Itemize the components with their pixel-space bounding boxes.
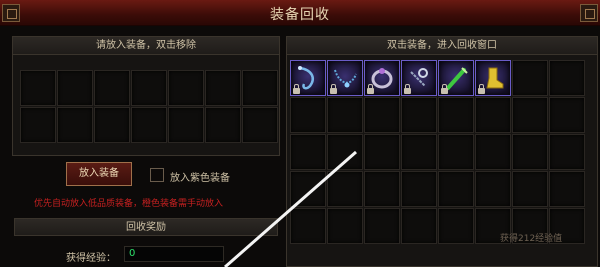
input-slot[interactable] [131, 70, 167, 106]
bag-slot[interactable] [549, 134, 585, 170]
input-slot[interactable] [20, 70, 56, 106]
bag-slot[interactable] [438, 134, 474, 170]
bag-slot[interactable] [327, 134, 363, 170]
bag-slot[interactable] [438, 208, 474, 244]
bag-slot[interactable] [290, 134, 326, 170]
lock-icon [478, 84, 485, 94]
input-slot[interactable] [168, 107, 204, 143]
staff-item[interactable] [438, 60, 474, 96]
put-equipment-button[interactable]: 放入装备 [66, 162, 132, 186]
purple-equipment-label: 放入紫色装备 [170, 173, 230, 184]
close-icon[interactable] [580, 4, 598, 22]
lock-icon [404, 84, 411, 94]
bag-slot[interactable] [290, 208, 326, 244]
input-slot-grid [20, 70, 278, 143]
input-slot[interactable] [168, 70, 204, 106]
input-slot[interactable] [131, 107, 167, 143]
bag-slot[interactable] [401, 208, 437, 244]
lock-icon [330, 84, 337, 94]
input-slot[interactable] [242, 70, 278, 106]
window-title: 装备回收 [270, 7, 330, 23]
purple-equipment-checkbox[interactable] [150, 168, 164, 182]
bag-slot[interactable] [327, 171, 363, 207]
bag-slot[interactable] [364, 97, 400, 133]
bag-slot[interactable] [401, 97, 437, 133]
exp-value-field: 0 [124, 246, 224, 262]
bag-slot[interactable] [475, 171, 511, 207]
bag-slot[interactable] [290, 97, 326, 133]
bag-slot[interactable] [438, 97, 474, 133]
bag-slot[interactable] [364, 208, 400, 244]
ring-item[interactable] [364, 60, 400, 96]
auto-put-hint: 优先自动放入低品质装备，橙色装备需手动放入 [34, 199, 224, 209]
input-slot[interactable] [94, 70, 130, 106]
bag-slot[interactable] [512, 97, 548, 133]
input-slot[interactable] [57, 107, 93, 143]
bag-slot[interactable] [327, 97, 363, 133]
bracelet-item[interactable] [401, 60, 437, 96]
bag-grid [290, 60, 585, 244]
bag-slot[interactable] [549, 97, 585, 133]
bag-slot[interactable] [401, 171, 437, 207]
chain-necklace-item[interactable] [327, 60, 363, 96]
input-slot[interactable] [205, 107, 241, 143]
bag-slot[interactable] [401, 134, 437, 170]
bag-slot[interactable] [549, 60, 585, 96]
lock-icon [293, 84, 300, 94]
lock-icon [441, 84, 448, 94]
input-slot[interactable] [242, 107, 278, 143]
boots-item[interactable] [475, 60, 511, 96]
bag-slot[interactable] [364, 134, 400, 170]
input-slot[interactable] [94, 107, 130, 143]
input-slot[interactable] [57, 70, 93, 106]
whip-item[interactable] [290, 60, 326, 96]
title-bar: 装备回收 [0, 0, 600, 26]
bag-slot[interactable] [549, 171, 585, 207]
exp-gain-note: 获得212经验值 [500, 234, 563, 244]
bag-slot[interactable] [327, 208, 363, 244]
reward-header: 回收奖励 [14, 218, 278, 236]
bag-slot[interactable] [512, 60, 548, 96]
bag-slot[interactable] [475, 97, 511, 133]
exp-label: 获得经验： [66, 253, 116, 264]
bag-slot[interactable] [438, 171, 474, 207]
input-panel-header: 请放入装备，双击移除 [13, 37, 279, 55]
bag-slot[interactable] [290, 171, 326, 207]
bag-slot[interactable] [364, 171, 400, 207]
bag-slot[interactable] [512, 134, 548, 170]
bag-slot[interactable] [512, 171, 548, 207]
input-slot[interactable] [20, 107, 56, 143]
bag-slot[interactable] [475, 134, 511, 170]
lock-icon [367, 84, 374, 94]
input-slot[interactable] [205, 70, 241, 106]
bag-panel-header: 双击装备，进入回收窗口 [287, 37, 597, 55]
